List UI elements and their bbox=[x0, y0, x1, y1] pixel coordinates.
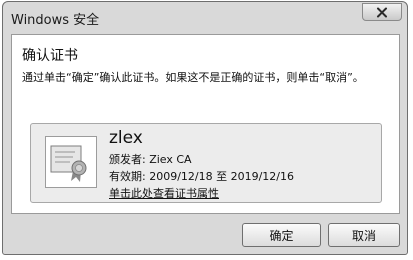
certificate-icon bbox=[45, 136, 97, 188]
dialog-message: 通过单击“确定”确认此证书。如果这不是正确的证书，则单击“取消”。 bbox=[22, 71, 364, 84]
certificate-issuer: 颁发者: Ziex CA bbox=[109, 153, 192, 166]
close-icon bbox=[377, 7, 387, 17]
close-button[interactable] bbox=[362, 3, 402, 21]
cancel-button[interactable]: 取消 bbox=[328, 223, 400, 247]
window-title: Windows 安全 bbox=[11, 13, 100, 28]
ok-button[interactable]: 确定 bbox=[242, 223, 321, 247]
dialog-heading: 确认证书 bbox=[22, 48, 78, 64]
dialog-window: Windows 安全 确认证书 通过单击“确定”确认此证书。如果这不是正确的证书… bbox=[2, 1, 408, 255]
title-bar[interactable]: Windows 安全 bbox=[3, 2, 407, 32]
certificate-name: zlex bbox=[109, 128, 143, 148]
certificate-card[interactable]: zlex 颁发者: Ziex CA 有效期: 2009/12/18 至 2019… bbox=[30, 123, 382, 203]
certificate-properties-link[interactable]: 单击此处查看证书属性 bbox=[109, 185, 219, 201]
certificate-validity: 有效期: 2009/12/18 至 2019/12/16 bbox=[109, 170, 294, 183]
dialog-content: 确认证书 通过单击“确定”确认此证书。如果这不是正确的证书，则单击“取消”。 z… bbox=[11, 34, 400, 214]
